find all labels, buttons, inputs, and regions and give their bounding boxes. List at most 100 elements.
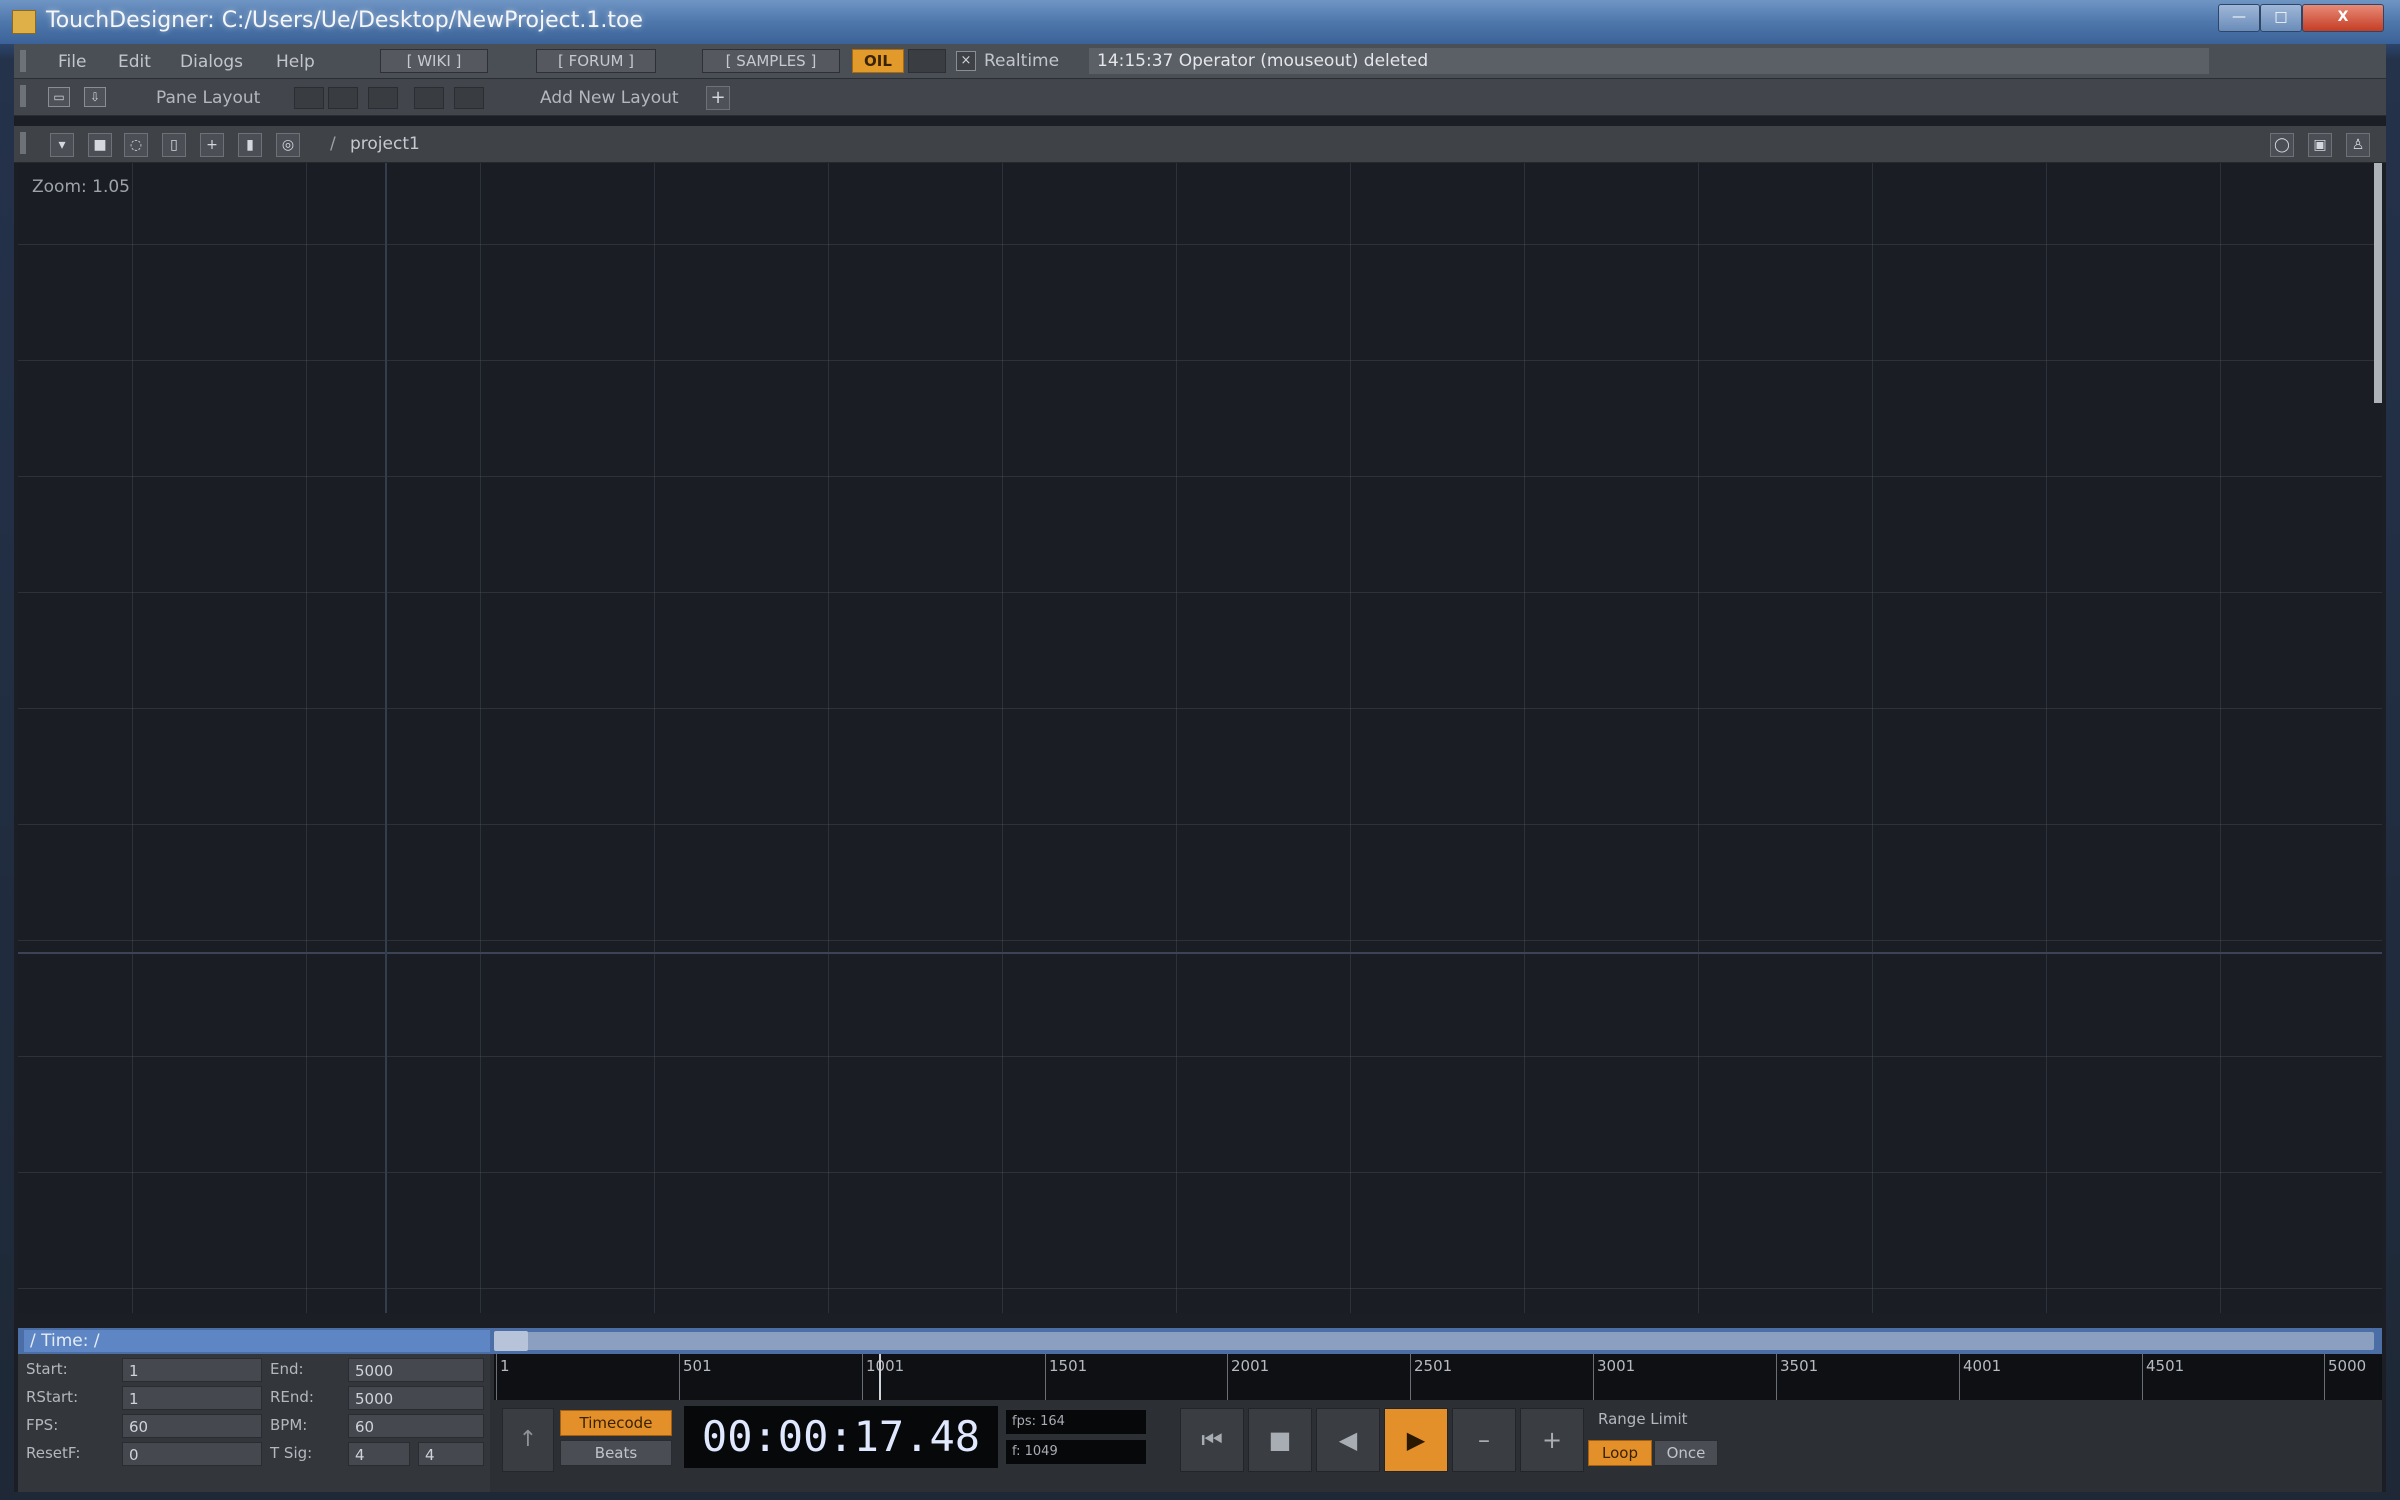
timeline-scroll-thumb[interactable]: [494, 1331, 528, 1351]
network-horizontal-axis: [18, 952, 2382, 954]
ruler-tick: [1593, 1354, 1594, 1400]
ruler-tick-label: 5000: [2328, 1357, 2367, 1375]
rstart-field[interactable]: 1: [122, 1386, 262, 1410]
ruler-tick: [679, 1354, 680, 1400]
perform-mode-button[interactable]: [908, 49, 946, 73]
fps-label: FPS:: [26, 1416, 59, 1434]
ruler-tick-label: 1: [500, 1357, 510, 1375]
app-frame: File Edit Dialogs Help [ WIKI ] [ FORUM …: [14, 44, 2386, 1492]
timecode-mode-button[interactable]: Timecode: [560, 1410, 672, 1436]
path-separator: /: [330, 134, 336, 154]
chevron-down-icon[interactable]: ▾: [50, 133, 74, 157]
menu-help[interactable]: Help: [276, 52, 315, 72]
realtime-label: Realtime: [984, 51, 1060, 71]
skip-to-start-icon[interactable]: ⏮: [1180, 1408, 1244, 1472]
touchdesigner-window: TouchDesigner: C:/Users/Ue/Desktop/NewPr…: [0, 0, 2400, 1500]
timeline-expand-button[interactable]: ↑: [502, 1408, 554, 1472]
transport-controls: ↑ Timecode Beats 00:00:17.48 fps: 164 f:…: [494, 1400, 2382, 1492]
ruler-tick: [1227, 1354, 1228, 1400]
menu-dialogs[interactable]: Dialogs: [180, 52, 243, 72]
layout-slot-3[interactable]: [368, 87, 398, 109]
tsig-denominator-field[interactable]: 4: [418, 1442, 484, 1466]
bpm-label: BPM:: [270, 1416, 308, 1434]
ruler-tick: [1045, 1354, 1046, 1400]
ruler-tick-label: 3501: [1780, 1357, 1819, 1375]
ruler-tick-label: 501: [683, 1357, 712, 1375]
wiki-button[interactable]: [ WIKI ]: [380, 49, 488, 73]
layout-slot-2[interactable]: [328, 87, 358, 109]
playhead[interactable]: [879, 1354, 881, 1400]
network-editor[interactable]: Zoom: 1.05: [18, 163, 2382, 1313]
ruler-tick-label: 3001: [1597, 1357, 1636, 1375]
play-forward-icon[interactable]: ▶: [1384, 1408, 1448, 1472]
ruler-tick: [1959, 1354, 1960, 1400]
person-icon[interactable]: ♙: [2346, 133, 2370, 157]
realtime-checkbox[interactable]: ×: [956, 51, 976, 71]
step-back-button[interactable]: –: [1452, 1408, 1516, 1472]
resetf-label: ResetF:: [26, 1444, 81, 1462]
timeline-ruler[interactable]: 1 501 1001 1501 2001 2501 3001 3501 4001 4501 5000: [494, 1354, 2382, 1400]
menubar-grip[interactable]: [20, 50, 26, 72]
close-button[interactable]: X: [2302, 4, 2384, 32]
home-icon[interactable]: ■: [88, 133, 112, 157]
network-path[interactable]: project1: [350, 134, 420, 154]
beats-mode-button[interactable]: Beats: [560, 1440, 672, 1466]
menu-file[interactable]: File: [58, 52, 86, 72]
time-path-label[interactable]: / Time: /: [24, 1330, 490, 1352]
start-label: Start:: [26, 1360, 68, 1378]
rend-field[interactable]: 5000: [348, 1386, 484, 1410]
panel-icon[interactable]: ▯: [162, 133, 186, 157]
clipboard-icon[interactable]: ▮: [238, 133, 262, 157]
menu-edit[interactable]: Edit: [118, 52, 151, 72]
info-icon[interactable]: ◯: [2270, 133, 2294, 157]
loop-button[interactable]: Loop: [1588, 1440, 1652, 1466]
minimize-button[interactable]: —: [2218, 4, 2260, 32]
menu-bar: File Edit Dialogs Help [ WIKI ] [ FORUM …: [14, 44, 2386, 79]
bpm-field[interactable]: 60: [348, 1414, 484, 1438]
layout-slot-1[interactable]: [294, 87, 324, 109]
ruler-tick: [1410, 1354, 1411, 1400]
stop-icon[interactable]: ■: [1248, 1408, 1312, 1472]
ruler-tick: [1776, 1354, 1777, 1400]
step-forward-button[interactable]: +: [1520, 1408, 1584, 1472]
tsig-label: T Sig:: [270, 1444, 313, 1462]
ruler-tick-label: 4501: [2146, 1357, 2185, 1375]
forum-button[interactable]: [ FORUM ]: [536, 49, 656, 73]
pathbar-grip[interactable]: [20, 132, 26, 154]
app-icon: [12, 10, 36, 34]
range-limit-label: Range Limit: [1598, 1410, 1688, 1428]
end-field[interactable]: 5000: [348, 1358, 484, 1382]
display-icon[interactable]: ▣: [2308, 133, 2332, 157]
tsig-numerator-field[interactable]: 4: [348, 1442, 410, 1466]
start-field[interactable]: 1: [122, 1358, 262, 1382]
ruler-tick-label: 2001: [1231, 1357, 1270, 1375]
timeline-scrollbar[interactable]: [494, 1332, 2374, 1350]
once-button[interactable]: Once: [1654, 1440, 1718, 1466]
fps-field[interactable]: 60: [122, 1414, 262, 1438]
title-bar[interactable]: TouchDesigner: C:/Users/Ue/Desktop/NewPr…: [0, 0, 2400, 44]
back-icon[interactable]: ◌: [124, 133, 148, 157]
layoutbar-grip[interactable]: [20, 85, 26, 107]
layout-bar: ▭ ⇩ Pane Layout Add New Layout +: [14, 79, 2386, 116]
add-icon[interactable]: +: [200, 133, 224, 157]
layout-slot-4[interactable]: [414, 87, 444, 109]
path-bar: ▾ ■ ◌ ▯ + ▮ ◎ / project1 ◯ ▣ ♙: [14, 126, 2386, 163]
maximize-button[interactable]: □: [2260, 4, 2302, 32]
layout-slot-5[interactable]: [454, 87, 484, 109]
ruler-tick-label: 4001: [1963, 1357, 2002, 1375]
ruler-tick: [862, 1354, 863, 1400]
add-new-layout-label[interactable]: Add New Layout: [540, 88, 679, 108]
network-view-icon[interactable]: ◎: [276, 133, 300, 157]
fps-readout: fps: 164: [1006, 1410, 1146, 1434]
timecode-display[interactable]: 00:00:17.48: [684, 1406, 998, 1468]
download-icon[interactable]: ⇩: [84, 87, 106, 107]
add-layout-button[interactable]: +: [706, 86, 730, 110]
pane-split-icon[interactable]: ▭: [48, 87, 70, 107]
network-vertical-axis: [385, 163, 387, 1313]
resetf-field[interactable]: 0: [122, 1442, 262, 1466]
samples-button[interactable]: [ SAMPLES ]: [702, 49, 840, 73]
network-scrollbar[interactable]: [2374, 163, 2382, 403]
oil-button[interactable]: OIL: [852, 49, 904, 73]
status-message: 14:15:37 Operator (mouseout) deleted: [1089, 48, 2209, 74]
play-backward-icon[interactable]: ◀: [1316, 1408, 1380, 1472]
